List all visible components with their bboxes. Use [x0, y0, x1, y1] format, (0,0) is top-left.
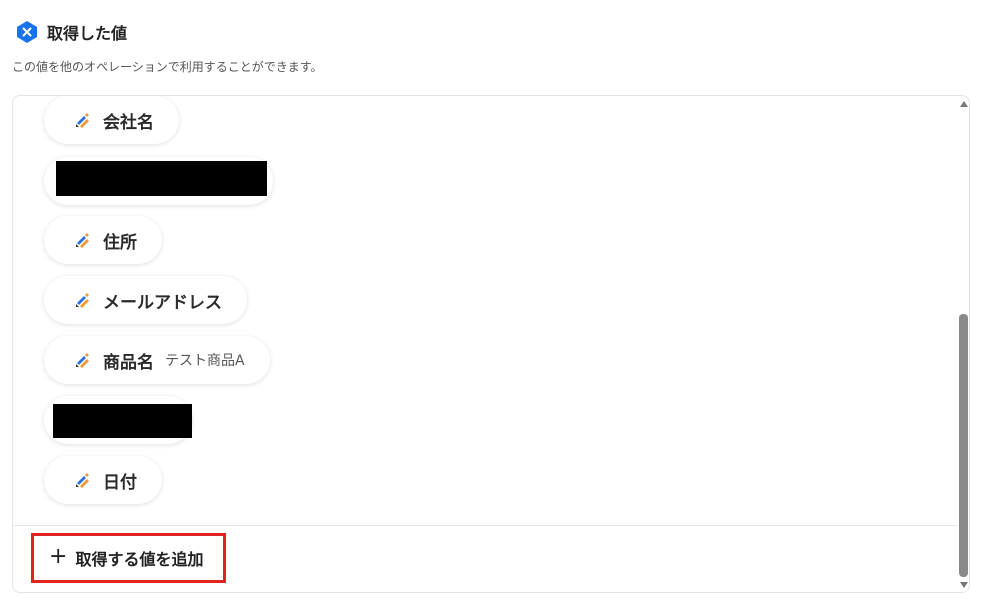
- field-label: メールアドレス: [103, 292, 222, 313]
- field-value: テスト商品A: [165, 353, 245, 369]
- field-chip-address[interactable]: 住所: [44, 216, 162, 264]
- field-chip-product[interactable]: 商品名 テスト商品A: [44, 336, 270, 384]
- field-chip-redacted-1[interactable]: [44, 157, 273, 205]
- section-title: 取得した値: [47, 24, 128, 43]
- pencil-field-icon: [73, 291, 91, 309]
- fields-panel: 会社名 住所 メールアドレス 商品名 テスト商品A 日付 + 取得する値を追加: [12, 95, 970, 593]
- divider: [13, 525, 957, 526]
- scroll-up-icon[interactable]: [960, 101, 968, 107]
- pencil-field-icon: [73, 351, 91, 369]
- redacted-block: [53, 404, 192, 438]
- pencil-field-icon: [73, 231, 91, 249]
- section-description: この値を他のオペレーションで利用することができます。: [12, 60, 323, 74]
- field-chip-date[interactable]: 日付: [44, 456, 162, 504]
- field-list: 会社名 住所 メールアドレス 商品名 テスト商品A 日付: [13, 96, 957, 526]
- field-label: 住所: [103, 232, 137, 253]
- scroll-down-icon[interactable]: [960, 582, 968, 588]
- vertical-scrollbar[interactable]: [957, 96, 969, 592]
- redacted-block: [56, 161, 267, 196]
- add-value-button[interactable]: + 取得する値を追加: [31, 533, 226, 583]
- section-header: 取得した値: [14, 18, 127, 46]
- field-label: 商品名: [103, 352, 154, 373]
- add-value-label: 取得する値を追加: [75, 550, 204, 569]
- x-badge-icon: [14, 19, 40, 45]
- field-label: 日付: [103, 472, 137, 493]
- pencil-field-icon: [73, 471, 91, 489]
- field-chip-email[interactable]: メールアドレス: [44, 276, 247, 324]
- field-label: 会社名: [103, 112, 154, 133]
- pencil-field-icon: [73, 111, 91, 129]
- field-chip-company[interactable]: 会社名: [44, 96, 179, 144]
- field-chip-redacted-2[interactable]: [44, 396, 192, 444]
- scroll-thumb[interactable]: [959, 314, 968, 577]
- plus-icon: +: [49, 544, 68, 569]
